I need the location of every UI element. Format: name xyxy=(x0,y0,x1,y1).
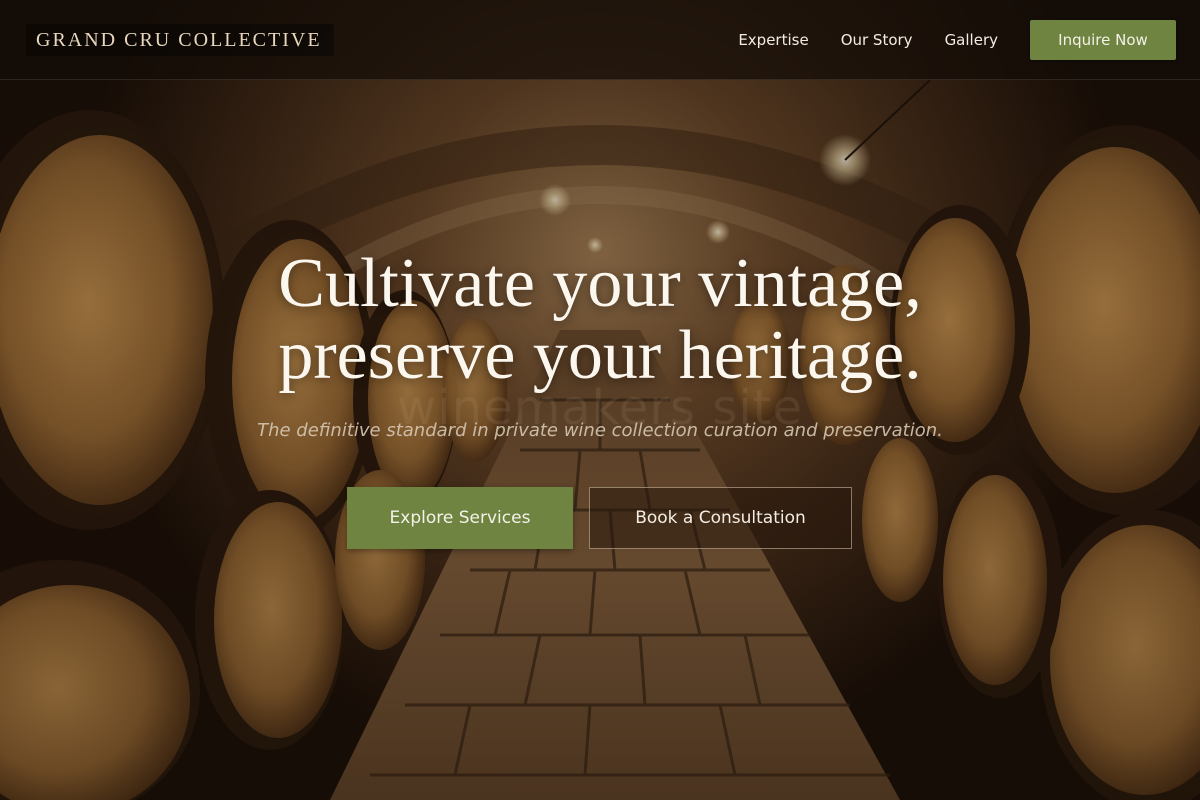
hero-section: GRAND CRU COLLECTIVE Expertise Our Story… xyxy=(0,0,1200,800)
hero-subtitle: The definitive standard in private wine … xyxy=(257,420,943,441)
explore-services-button[interactable]: Explore Services xyxy=(347,487,573,549)
inquire-now-button[interactable]: Inquire Now xyxy=(1030,20,1176,60)
nav-links: Expertise Our Story Gallery Inquire Now xyxy=(738,0,1176,80)
hero-headline: Cultivate your vintage, preserve your he… xyxy=(0,248,1200,392)
hero-headline-line-2: preserve your heritage. xyxy=(278,317,922,394)
hero-headline-line-1: Cultivate your vintage, xyxy=(278,245,922,322)
background-overlay xyxy=(0,0,1200,800)
nav-link-gallery[interactable]: Gallery xyxy=(945,31,998,49)
nav-link-expertise[interactable]: Expertise xyxy=(738,31,808,49)
top-navigation: GRAND CRU COLLECTIVE Expertise Our Story… xyxy=(0,0,1200,80)
hero-cta-group: Explore Services Book a Consultation xyxy=(347,487,852,549)
book-consultation-button[interactable]: Book a Consultation xyxy=(589,487,852,549)
nav-link-our-story[interactable]: Our Story xyxy=(841,31,913,49)
brand-logo[interactable]: GRAND CRU COLLECTIVE xyxy=(26,24,334,56)
